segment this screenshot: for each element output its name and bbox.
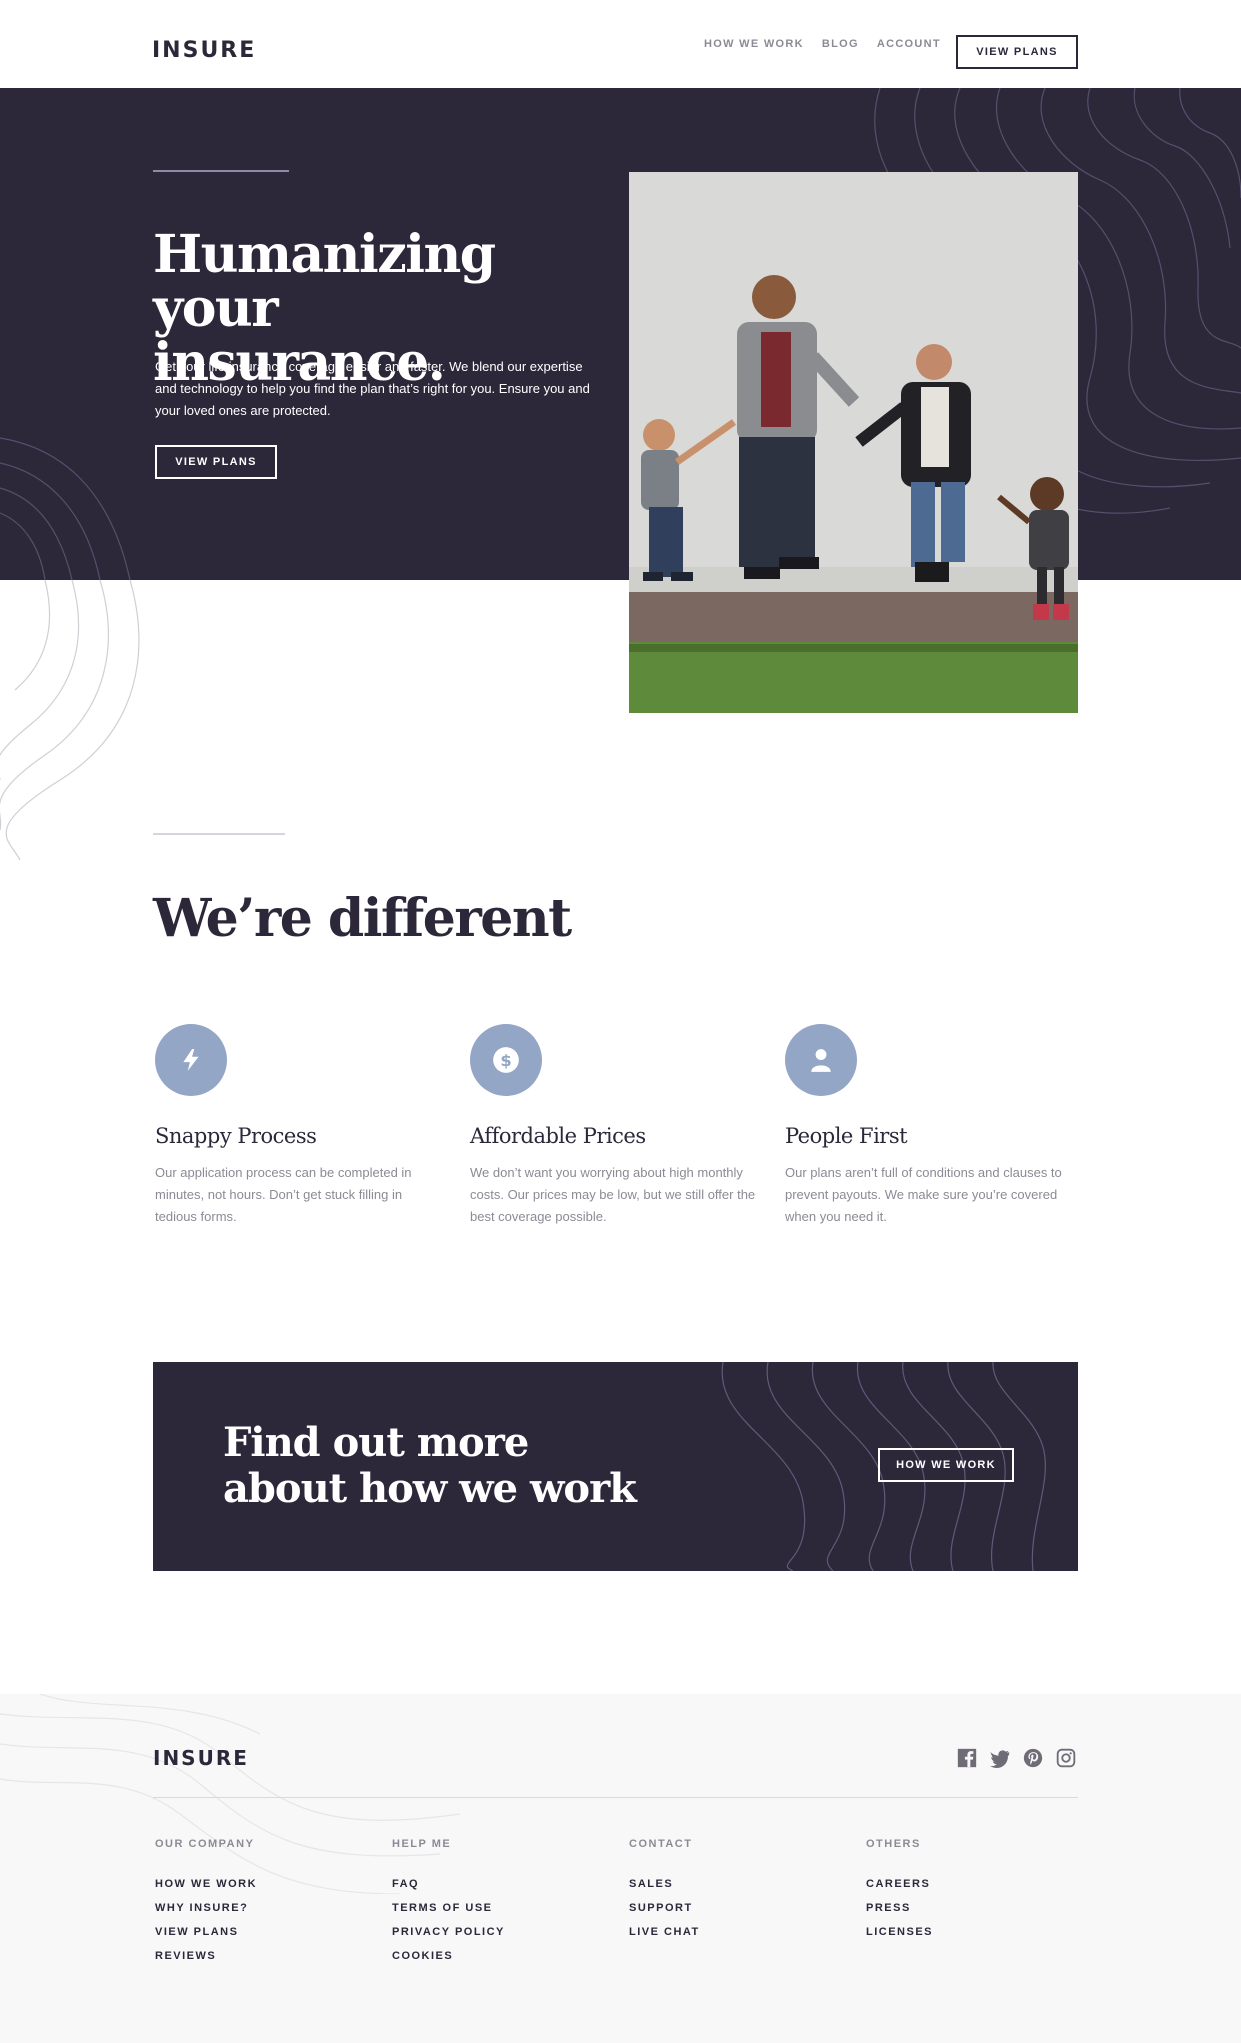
view-plans-button[interactable]: VIEW PLANS bbox=[956, 35, 1078, 69]
footer-link-how-we-work[interactable]: HOW WE WORK bbox=[155, 1878, 385, 1890]
site-header: INSURE HOW WE WORK BLOG ACCOUNT VIEW PLA… bbox=[0, 0, 1241, 88]
nav-account[interactable]: ACCOUNT bbox=[877, 38, 941, 50]
footer-link-support[interactable]: SUPPORT bbox=[629, 1902, 859, 1914]
cta-banner: Find out more about how we work HOW WE W… bbox=[153, 1362, 1078, 1571]
how-we-work-button[interactable]: HOW WE WORK bbox=[878, 1448, 1014, 1482]
feature-snappy-process: Snappy Process Our application process c… bbox=[155, 1024, 445, 1228]
pinterest-icon[interactable] bbox=[1023, 1748, 1043, 1768]
footer-column-heading: CONTACT bbox=[629, 1838, 693, 1850]
cta-title-line2: about how we work bbox=[223, 1465, 637, 1512]
twitter-icon[interactable] bbox=[990, 1748, 1010, 1768]
family-photo-illustration bbox=[629, 172, 1078, 713]
feature-affordable-prices: $ Affordable Prices We don’t want you wo… bbox=[470, 1024, 760, 1228]
nav-blog[interactable]: BLOG bbox=[822, 38, 859, 50]
feature-text: We don’t want you worrying about high mo… bbox=[470, 1165, 756, 1224]
footer-link-live-chat[interactable]: LIVE CHAT bbox=[629, 1926, 859, 1938]
dollar-icon: $ bbox=[470, 1024, 542, 1096]
feature-title: Affordable Prices bbox=[470, 1124, 646, 1148]
footer-logo[interactable]: INSURE bbox=[153, 1746, 249, 1770]
topographic-pattern-left bbox=[0, 437, 131, 580]
feature-text: Our application process can be completed… bbox=[155, 1165, 412, 1224]
footer-link-cookies[interactable]: COOKIES bbox=[392, 1950, 622, 1962]
footer-link-careers[interactable]: CAREERS bbox=[866, 1878, 1096, 1890]
topographic-pattern-outside bbox=[0, 580, 140, 860]
footer-link-reviews[interactable]: REVIEWS bbox=[155, 1950, 385, 1962]
person-icon bbox=[785, 1024, 857, 1096]
footer-link-terms-of-use[interactable]: TERMS OF USE bbox=[392, 1902, 622, 1914]
footer-column-heading: OTHERS bbox=[866, 1838, 921, 1850]
footer-column-others: OTHERS CAREERS PRESS LICENSES bbox=[866, 1838, 1096, 1950]
footer-link-press[interactable]: PRESS bbox=[866, 1902, 1096, 1914]
feature-title: People First bbox=[785, 1124, 908, 1148]
footer-column-our-company: OUR COMPANY HOW WE WORK WHY INSURE? VIEW… bbox=[155, 1838, 385, 1974]
lightning-icon bbox=[155, 1024, 227, 1096]
hero-title-line1: Humanizing bbox=[153, 224, 496, 285]
footer-column-heading: HELP ME bbox=[392, 1838, 452, 1850]
footer-column-help-me: HELP ME FAQ TERMS OF USE PRIVACY POLICY … bbox=[392, 1838, 622, 1974]
footer-column-heading: OUR COMPANY bbox=[155, 1838, 255, 1850]
nav-how-we-work[interactable]: HOW WE WORK bbox=[704, 38, 804, 50]
different-divider bbox=[153, 833, 285, 835]
hero-view-plans-button[interactable]: VIEW PLANS bbox=[155, 445, 277, 479]
footer-link-view-plans[interactable]: VIEW PLANS bbox=[155, 1926, 385, 1938]
footer-link-faq[interactable]: FAQ bbox=[392, 1878, 622, 1890]
instagram-icon[interactable] bbox=[1056, 1748, 1076, 1768]
footer-link-privacy-policy[interactable]: PRIVACY POLICY bbox=[392, 1926, 622, 1938]
hero-divider bbox=[153, 170, 289, 172]
feature-title: Snappy Process bbox=[155, 1124, 317, 1148]
facebook-icon[interactable] bbox=[957, 1748, 977, 1768]
footer-divider bbox=[153, 1797, 1078, 1798]
site-footer: INSURE OUR COMPANY HOW WE WORK WHY INSUR… bbox=[0, 1694, 1241, 2043]
footer-link-why-insure[interactable]: WHY INSURE? bbox=[155, 1902, 385, 1914]
footer-link-sales[interactable]: SALES bbox=[629, 1878, 859, 1890]
cta-title-line1: Find out more bbox=[223, 1419, 529, 1466]
main-nav: HOW WE WORK BLOG ACCOUNT bbox=[704, 0, 941, 88]
footer-column-contact: CONTACT SALES SUPPORT LIVE CHAT bbox=[629, 1838, 859, 1950]
hero-photo bbox=[629, 172, 1078, 713]
svg-text:$: $ bbox=[500, 1051, 511, 1070]
feature-people-first: People First Our plans aren’t full of co… bbox=[785, 1024, 1075, 1228]
different-title: We’re different bbox=[153, 888, 572, 949]
cta-title: Find out more about how we work bbox=[223, 1420, 643, 1512]
footer-link-licenses[interactable]: LICENSES bbox=[866, 1926, 1096, 1938]
feature-text: Our plans aren’t full of conditions and … bbox=[785, 1165, 1062, 1224]
hero-description: Get your life insurance coverage easier … bbox=[155, 359, 590, 418]
logo[interactable]: INSURE bbox=[152, 38, 256, 63]
